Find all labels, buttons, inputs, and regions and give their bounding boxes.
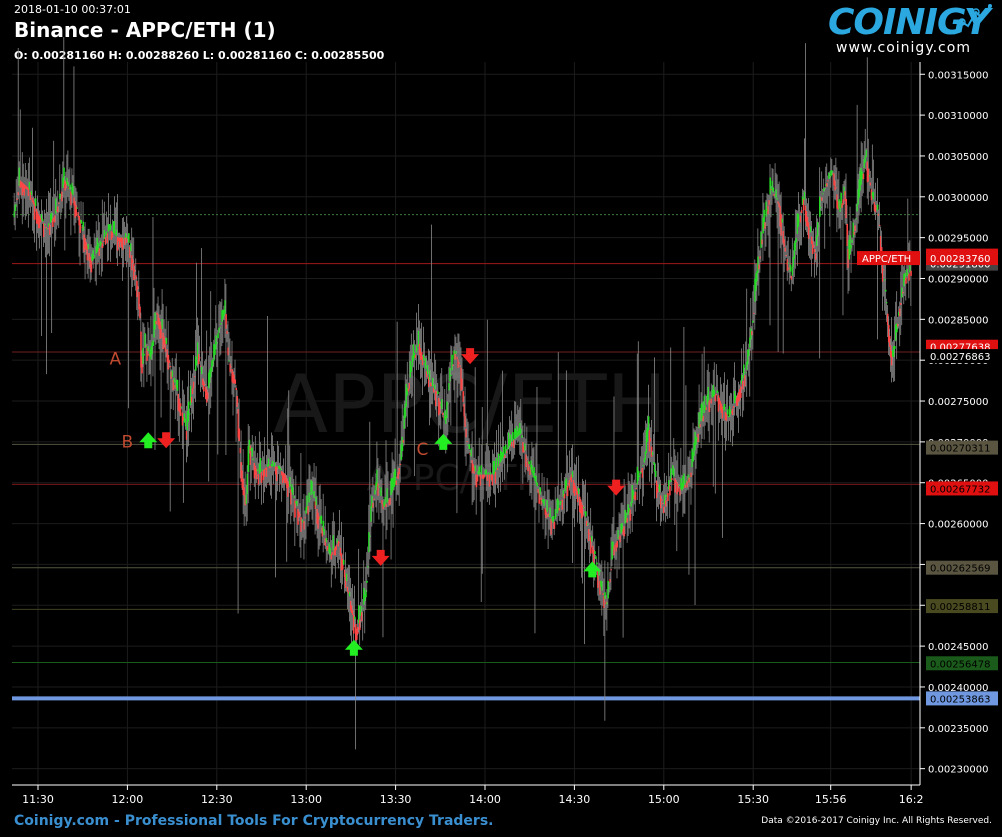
x-tick-label: 14:30 bbox=[559, 793, 591, 806]
pair-tag-text: APPC/ETH bbox=[862, 254, 911, 265]
y-tick-label: 0.00245000 bbox=[928, 642, 988, 653]
candle-body bbox=[238, 428, 241, 441]
candle-body bbox=[616, 541, 619, 548]
candle-body bbox=[528, 461, 530, 465]
price-label-text: 0.00253863 bbox=[930, 694, 990, 705]
price-label-text: 0.00270311 bbox=[930, 444, 990, 455]
candle-body bbox=[179, 403, 182, 416]
price-label-text: 0.00267732 bbox=[930, 484, 990, 495]
price-chart[interactable]: APPC/ETH APPC/ETH 0.00230000 0.00235000 0.00… bbox=[0, 0, 1002, 837]
candle-body bbox=[905, 277, 907, 284]
watermark-large: APPC/ETH bbox=[273, 358, 667, 451]
candle-body bbox=[669, 485, 671, 496]
y-tick-label: 0.00310000 bbox=[928, 111, 988, 122]
candle-body bbox=[878, 224, 881, 226]
x-tick-label: 13:30 bbox=[380, 793, 412, 806]
y-tick-label: 0.00300000 bbox=[928, 193, 988, 204]
x-tick-label: 16:2 bbox=[899, 793, 924, 806]
candle-body bbox=[634, 491, 637, 501]
y-tick-label: 0.00315000 bbox=[928, 70, 988, 81]
candle-body bbox=[536, 482, 538, 487]
annotation-label: B bbox=[121, 433, 133, 453]
footer-tagline: Coinigy.com - Professional Tools For Cry… bbox=[14, 813, 494, 829]
candle-body bbox=[399, 463, 402, 465]
y-tick-label: 0.00275000 bbox=[928, 397, 988, 408]
candle-body bbox=[128, 233, 130, 243]
candle-body bbox=[143, 353, 145, 356]
candle-body bbox=[320, 515, 323, 524]
y-tick-label: 0.00260000 bbox=[928, 520, 988, 531]
y-tick-label: 0.00230000 bbox=[928, 765, 988, 776]
candle-body bbox=[894, 345, 896, 349]
candle-body bbox=[198, 357, 201, 359]
candle-body bbox=[80, 219, 83, 224]
candle-body bbox=[654, 470, 657, 477]
candle-body bbox=[34, 198, 37, 207]
candle-body bbox=[76, 207, 78, 209]
x-tick-label: 14:00 bbox=[469, 793, 501, 806]
candle-body bbox=[884, 289, 887, 292]
annotation-label: A bbox=[110, 349, 122, 369]
x-tick-label: 15:56 bbox=[815, 793, 847, 806]
candle-body bbox=[671, 478, 673, 480]
arrow-up-icon bbox=[139, 432, 158, 449]
candle-body bbox=[910, 270, 912, 276]
candle-body bbox=[165, 337, 168, 344]
x-tick-label: 12:00 bbox=[112, 793, 144, 806]
price-label-text: 0.00258811 bbox=[930, 602, 990, 613]
candle-body bbox=[596, 562, 598, 565]
y-tick-label: 0.00235000 bbox=[928, 724, 988, 735]
candle-body bbox=[862, 173, 865, 179]
candle-body bbox=[726, 409, 729, 415]
candle-body bbox=[450, 375, 452, 377]
candle-body bbox=[235, 387, 238, 390]
x-tick-label: 13:00 bbox=[290, 793, 322, 806]
candle-body bbox=[667, 493, 669, 502]
candle-body bbox=[366, 580, 368, 583]
price-label-text: 0.00256478 bbox=[930, 659, 990, 670]
candle-body bbox=[566, 485, 569, 497]
candle-body bbox=[594, 551, 596, 555]
x-tick-label: 12:30 bbox=[201, 793, 233, 806]
arrow-down-icon bbox=[607, 479, 626, 496]
y-tick-label: 0.00290000 bbox=[928, 274, 988, 285]
candle-body bbox=[217, 333, 219, 339]
x-tick-label: 15:00 bbox=[648, 793, 680, 806]
candle-body bbox=[102, 240, 105, 242]
arrow-up-icon bbox=[344, 639, 363, 656]
candle-body bbox=[176, 380, 179, 391]
y-tick-label: 0.00295000 bbox=[928, 234, 988, 245]
candle-body bbox=[789, 264, 792, 272]
candle-body bbox=[468, 444, 471, 450]
candle-body bbox=[188, 413, 191, 415]
price-label-text: 0.00276863 bbox=[930, 352, 990, 363]
y-tick-label: 0.00305000 bbox=[928, 152, 988, 163]
footer-copyright: Data ©2016-2017 Coinigy Inc. All Rights … bbox=[761, 816, 992, 826]
candle-body bbox=[553, 521, 556, 529]
candle-body bbox=[885, 302, 888, 304]
candle-body bbox=[342, 559, 345, 565]
price-label-text: 0.00283760 bbox=[930, 254, 990, 265]
candle-body bbox=[234, 379, 237, 384]
y-tick-label: 0.00285000 bbox=[928, 315, 988, 326]
candle-body bbox=[610, 569, 612, 571]
candle-body bbox=[563, 494, 566, 499]
candle-body bbox=[585, 511, 587, 517]
arrow-down-icon bbox=[371, 549, 390, 566]
price-label-text: 0.00262569 bbox=[930, 564, 990, 575]
candle-body bbox=[169, 366, 172, 368]
annotation-label: C bbox=[416, 440, 428, 460]
arrow-down-icon bbox=[157, 432, 176, 449]
x-tick-label: 15:30 bbox=[737, 793, 769, 806]
candle-body bbox=[595, 556, 597, 559]
candle-body bbox=[437, 391, 439, 395]
candle-body bbox=[714, 394, 717, 402]
candle-body bbox=[908, 273, 910, 281]
candle-body bbox=[800, 210, 803, 214]
x-tick-label: 11:30 bbox=[22, 793, 54, 806]
